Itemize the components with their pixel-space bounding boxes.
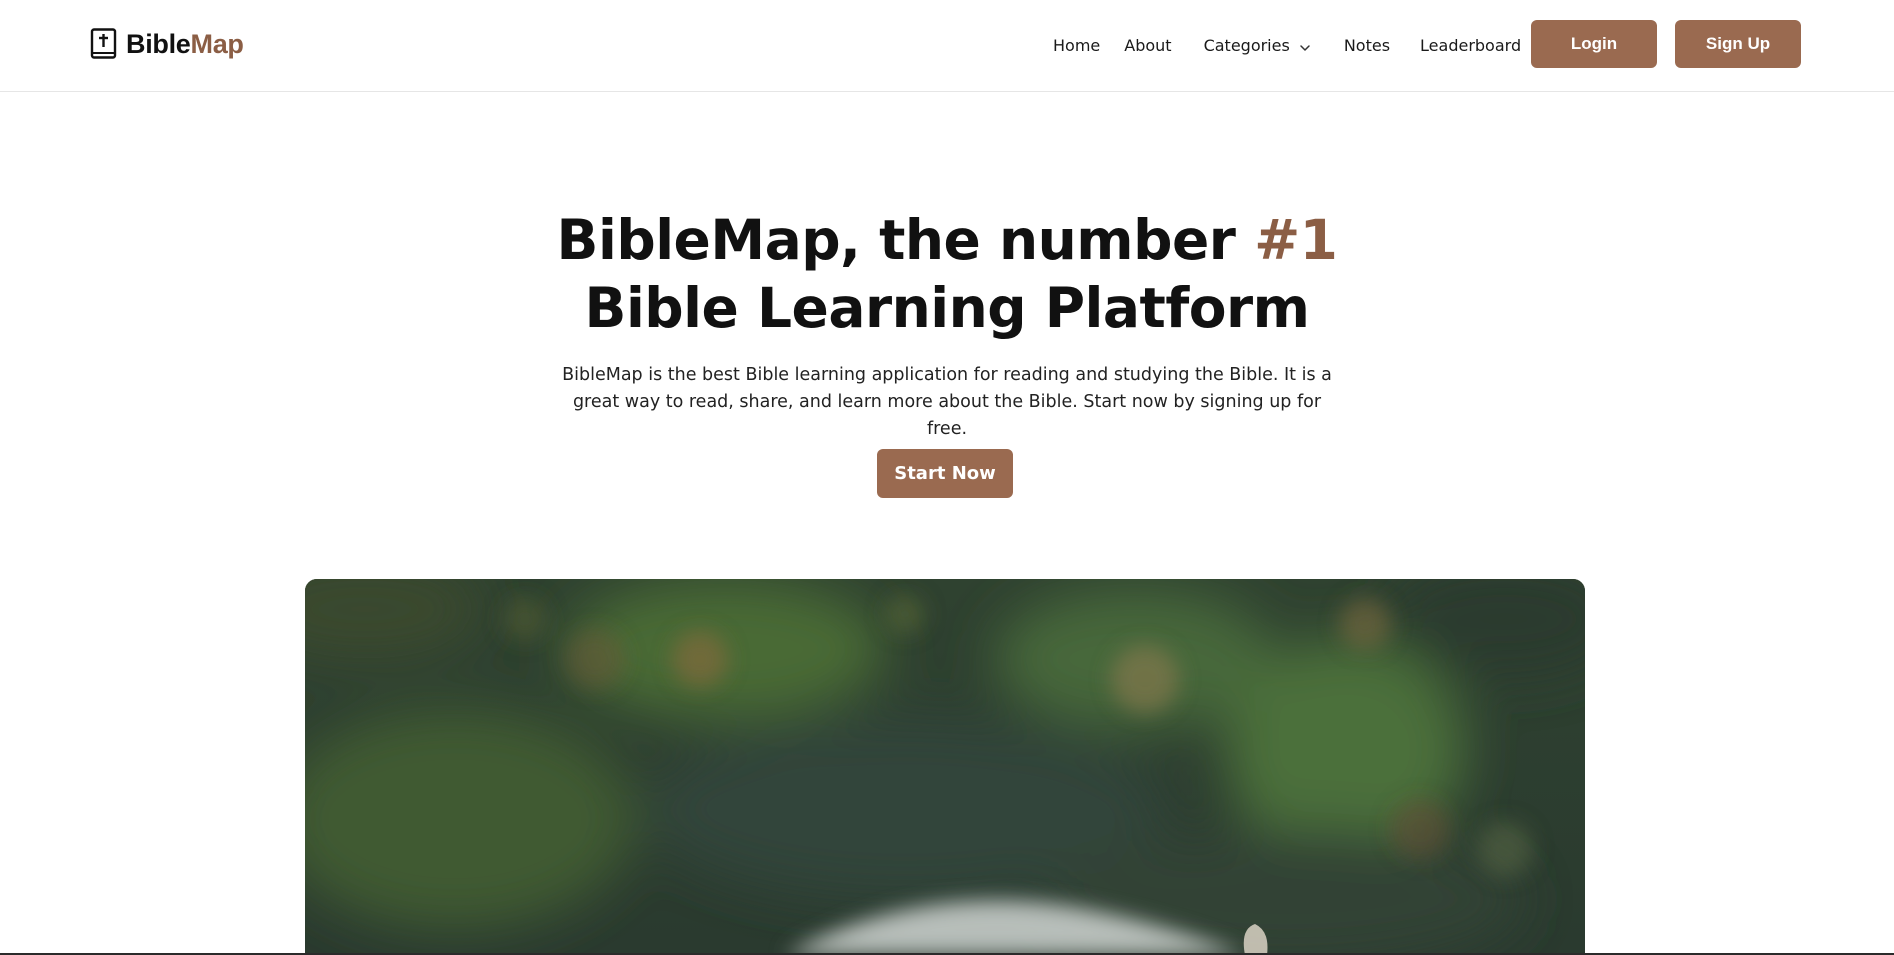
hero-title-prefix: BibleMap, the number (556, 208, 1255, 272)
hero-image (305, 579, 1585, 955)
logo-text-bible: Bible (126, 28, 191, 59)
logo-text: BibleMap (126, 29, 244, 60)
hero-title-line-2: Bible Learning Platform (584, 276, 1310, 340)
nav-notes[interactable]: Notes (1344, 36, 1390, 55)
nav-categories[interactable]: Categories (1204, 36, 1311, 55)
hero-title-accent: #1 (1254, 208, 1338, 272)
nav-home[interactable]: Home (1053, 36, 1100, 55)
main-nav: Home About Categories Notes Leaderboard (1053, 0, 1521, 90)
bible-cross-icon (90, 28, 118, 60)
signup-button[interactable]: Sign Up (1675, 20, 1801, 68)
chevron-down-icon (1299, 39, 1311, 51)
start-now-button[interactable]: Start Now (877, 449, 1013, 498)
hero-title: BibleMap, the number #1 Bible Learning P… (0, 206, 1894, 342)
logo-text-map: Map (190, 28, 244, 59)
hero-title-line-1: BibleMap, the number #1 (0, 206, 1894, 274)
nav-about[interactable]: About (1124, 36, 1171, 55)
nav-categories-label: Categories (1203, 35, 1290, 55)
hero-subtitle: BibleMap is the best Bible learning appl… (562, 365, 1332, 439)
site-header: BibleMap Home About Categories Notes Lea… (0, 0, 1894, 92)
logo[interactable]: BibleMap (90, 27, 244, 61)
login-button[interactable]: Login (1531, 20, 1657, 68)
nav-leaderboard[interactable]: Leaderboard (1420, 36, 1521, 55)
